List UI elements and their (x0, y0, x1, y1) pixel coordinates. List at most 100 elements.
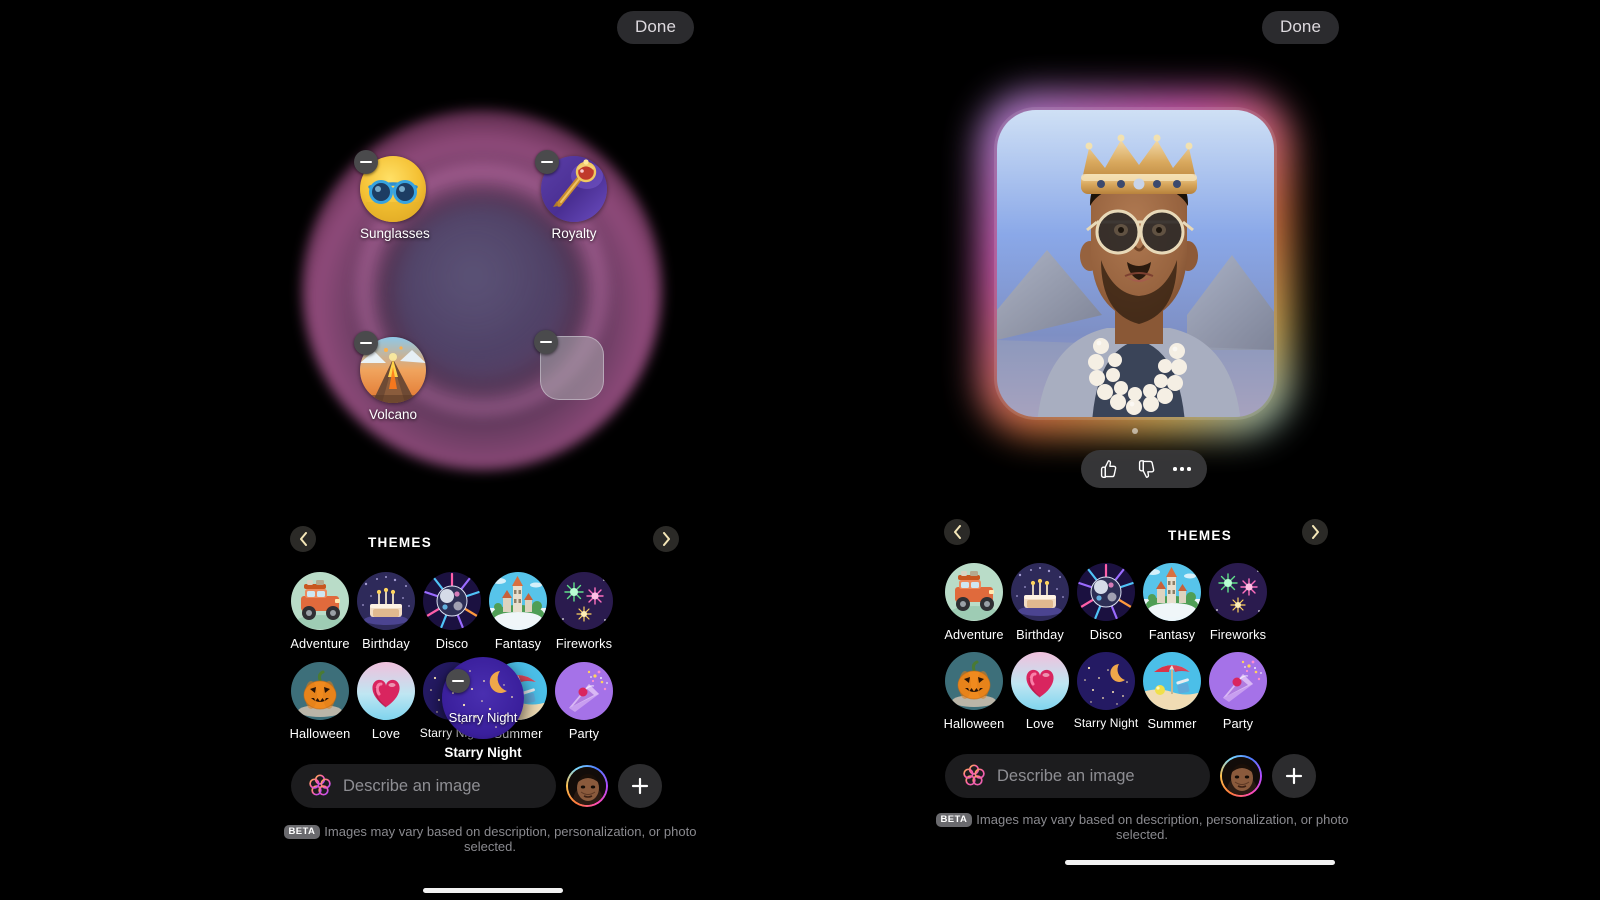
theme-item-disco[interactable]: Disco (1073, 563, 1139, 642)
thumbs-up-icon (1100, 460, 1117, 478)
chevron-left-icon (953, 525, 961, 539)
themes-row-1: Adventure Birthday Disco Fantasy Firewor… (287, 572, 617, 651)
theme-label: Fireworks (1209, 627, 1267, 642)
home-indicator (1065, 860, 1335, 865)
disclaimer: BETA Images may vary based on description… (270, 824, 710, 855)
concept-chip-label: Volcano (368, 407, 418, 422)
jack-o-lantern-icon (291, 662, 349, 720)
jack-o-lantern-icon (945, 652, 1003, 710)
beach-umbrella-icon (1143, 652, 1201, 710)
describe-image-placeholder: Describe an image (997, 766, 1135, 785)
avatar[interactable] (1220, 755, 1262, 797)
party-popper-icon (1209, 652, 1267, 710)
chevron-right-icon (1311, 525, 1319, 539)
themes-next-button[interactable] (653, 526, 679, 552)
theme-item-fantasy[interactable]: Fantasy (1139, 563, 1205, 642)
thumbs-down-button[interactable] (1135, 458, 1157, 480)
describe-image-input[interactable]: Describe an image (291, 764, 556, 808)
themes-row-1: Adventure Birthday Disco Fantasy Firewor… (941, 563, 1271, 642)
dragging-theme-starry-night[interactable]: Starry Night Starry Night (442, 657, 524, 760)
theme-label: Fireworks (555, 636, 613, 651)
theme-label: Party (568, 726, 600, 741)
themes-title: THEMES (1167, 528, 1233, 543)
theme-label: Disco (435, 636, 469, 651)
disclaimer-text: Images may vary based on description, pe… (976, 812, 1349, 843)
concept-chip-label: Royalty (551, 226, 597, 241)
offroad-truck-icon (945, 563, 1003, 621)
theme-item-fireworks[interactable]: Fireworks (1205, 563, 1271, 642)
avatar[interactable] (566, 765, 608, 807)
concept-chip-volcano[interactable]: Volcano (354, 331, 426, 422)
image-playground-bloom-icon (961, 763, 987, 789)
themes-prev-button[interactable] (944, 519, 970, 545)
remove-concept-icon[interactable] (535, 150, 559, 174)
theme-item-summer[interactable]: Summer (1139, 652, 1205, 731)
themes-header: THEMES (0, 526, 800, 552)
theme-label: Fantasy (494, 636, 542, 651)
themes-header: THEMES (800, 519, 1600, 545)
theme-label: Disco (1089, 627, 1123, 642)
add-content-button[interactable] (618, 764, 662, 808)
theme-label: Birthday (362, 636, 410, 651)
fantasy-castle-icon (1143, 563, 1201, 621)
heart-balloon-icon (357, 662, 415, 720)
theme-item-party[interactable]: Party (1205, 652, 1271, 731)
theme-label: Halloween (943, 716, 1005, 731)
chevron-left-icon (299, 532, 307, 546)
describe-image-placeholder: Describe an image (343, 776, 481, 795)
theme-item-fireworks[interactable]: Fireworks (551, 572, 617, 651)
concept-chip-sunglasses[interactable]: Sunglasses (354, 150, 430, 241)
page-indicator-dot (1132, 428, 1138, 434)
done-button[interactable]: Done (1262, 11, 1340, 45)
composition-canvas[interactable]: Sunglasses Royalty Volcano (0, 0, 800, 470)
theme-item-halloween[interactable]: Halloween (287, 662, 353, 741)
theme-label: Adventure (290, 636, 350, 651)
add-content-button[interactable] (1272, 754, 1316, 798)
theme-label: Adventure (944, 627, 1004, 642)
generated-image-card[interactable] (978, 91, 1293, 436)
theme-label: Party (1222, 716, 1254, 731)
left-panel: Done Sunglasses Royalty Volcano THEMES A… (0, 0, 800, 900)
theme-item-fantasy[interactable]: Fantasy (485, 572, 551, 651)
prompt-bar: Describe an image (291, 764, 662, 808)
person-avatar (568, 767, 606, 805)
beta-badge: BETA (935, 812, 973, 828)
theme-item-disco[interactable]: Disco (419, 572, 485, 651)
theme-item-party[interactable]: Party (551, 662, 617, 741)
theme-item-adventure[interactable]: Adventure (941, 563, 1007, 642)
dragging-theme-label: Starry Night (448, 710, 518, 725)
remove-concept-icon[interactable] (354, 331, 378, 355)
themes-row-2: Halloween Love Starry Night Summer Party (941, 652, 1271, 731)
offroad-truck-icon (291, 572, 349, 630)
theme-item-love[interactable]: Love (1007, 652, 1073, 731)
more-options-button[interactable] (1173, 467, 1191, 471)
themes-title: THEMES (367, 535, 433, 550)
theme-item-starry-night[interactable]: Starry Night (1073, 652, 1139, 731)
thumbs-down-icon (1138, 460, 1155, 478)
party-popper-icon (555, 662, 613, 720)
birthday-cake-icon (1011, 563, 1069, 621)
describe-image-input[interactable]: Describe an image (945, 754, 1210, 798)
fantasy-castle-icon (489, 572, 547, 630)
themes-prev-button[interactable] (290, 526, 316, 552)
theme-item-birthday[interactable]: Birthday (1007, 563, 1073, 642)
concept-chip-label: Sunglasses (360, 226, 430, 241)
theme-item-adventure[interactable]: Adventure (287, 572, 353, 651)
screenshot-root: Done Sunglasses Royalty Volcano THEMES A… (0, 0, 1600, 900)
themes-next-button[interactable] (1302, 519, 1328, 545)
prompt-bar: Describe an image (945, 754, 1316, 798)
theme-label: Birthday (1016, 627, 1064, 642)
theme-item-halloween[interactable]: Halloween (941, 652, 1007, 731)
remove-concept-icon[interactable] (354, 150, 378, 174)
concept-chip-royalty[interactable]: Royalty (535, 150, 607, 241)
theme-item-birthday[interactable]: Birthday (353, 572, 419, 651)
theme-label: Starry Night (1073, 716, 1139, 730)
remove-concept-icon[interactable] (446, 669, 470, 693)
theme-item-love[interactable]: Love (353, 662, 419, 741)
thumbs-up-button[interactable] (1097, 458, 1119, 480)
remove-concept-icon[interactable] (534, 330, 558, 354)
plus-icon (1285, 767, 1303, 785)
dragging-theme-caption: Starry Night (444, 745, 522, 760)
theme-label: Fantasy (1148, 627, 1196, 642)
chevron-right-icon (662, 532, 670, 546)
